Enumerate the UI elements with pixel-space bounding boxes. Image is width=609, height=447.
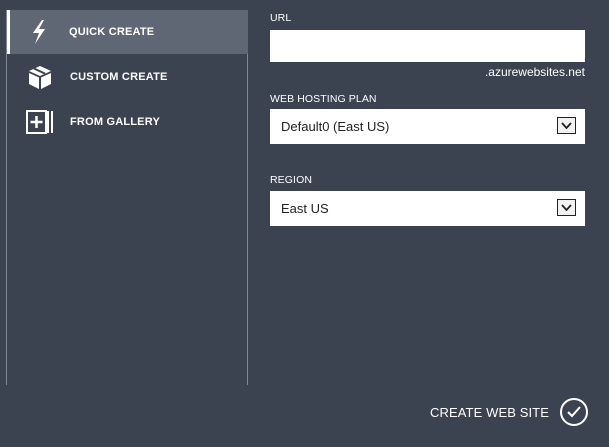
chevron-down-icon[interactable] (557, 117, 576, 134)
hosting-plan-label: WEB HOSTING PLAN (270, 93, 377, 105)
sidebar-item-label: FROM GALLERY (70, 116, 160, 128)
create-website-button[interactable]: CREATE WEB SITE (430, 396, 588, 428)
lightning-icon (24, 18, 54, 46)
hosting-plan-select[interactable]: Default0 (East US) (270, 109, 585, 144)
sidebar-item-from-gallery[interactable]: FROM GALLERY (9, 100, 248, 144)
new-website-dialog: QUICK CREATE CUSTOM CREATE FROM GALLERY … (0, 0, 609, 447)
sidebar-nav: QUICK CREATE CUSTOM CREATE FROM GALLERY (6, 10, 248, 385)
region-select[interactable]: East US (270, 191, 585, 226)
sidebar-item-quick-create[interactable]: QUICK CREATE (7, 10, 248, 54)
box-icon (25, 63, 55, 91)
gallery-add-icon (25, 108, 55, 136)
checkmark-icon[interactable] (560, 398, 588, 426)
sidebar-item-custom-create[interactable]: CUSTOM CREATE (9, 55, 248, 99)
sidebar-item-label: QUICK CREATE (69, 26, 155, 38)
hosting-plan-selected-value: Default0 (East US) (281, 119, 390, 134)
url-label: URL (270, 12, 292, 24)
create-website-label: CREATE WEB SITE (430, 404, 549, 420)
chevron-down-icon[interactable] (557, 199, 576, 216)
region-label: REGION (270, 174, 313, 186)
url-input[interactable] (270, 30, 585, 62)
region-selected-value: East US (281, 201, 329, 216)
sidebar-item-label: CUSTOM CREATE (70, 71, 168, 83)
url-suffix: .azurewebsites.net (484, 65, 585, 79)
